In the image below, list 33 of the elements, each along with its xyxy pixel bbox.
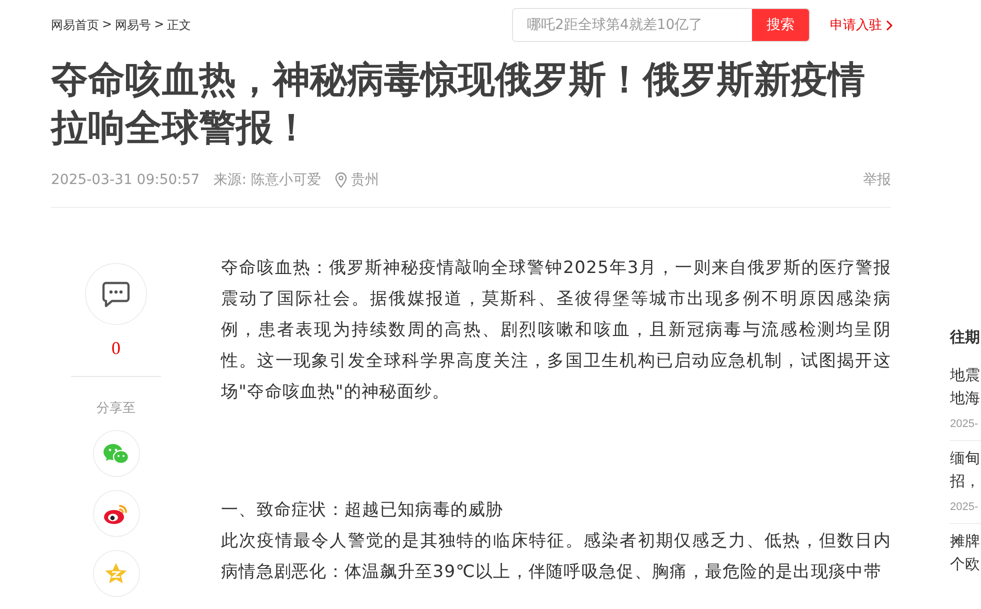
search-button[interactable]: 搜索 xyxy=(752,9,809,41)
news-link[interactable]: 地震 xyxy=(950,364,981,387)
breadcrumb-link[interactable]: 网易首页 xyxy=(51,16,99,34)
news-date: 2025- xyxy=(950,418,980,430)
share-button[interactable] xyxy=(92,490,140,537)
news-link[interactable]: 个欧 xyxy=(950,553,981,576)
article-title: 夺命咳血热，神秘病毒惊现俄罗斯！俄罗斯新疫情拉响全球警报！ xyxy=(51,57,866,151)
publish-time: 2025-03-31 09:50:57 xyxy=(51,172,200,188)
news-link[interactable]: 招， xyxy=(950,470,981,493)
chat-bubbles-icon xyxy=(103,442,129,464)
sidebar-title: 往期 xyxy=(950,328,981,348)
breadcrumb-link[interactable]: 网易号 xyxy=(115,16,152,34)
article-paragraph: 此次疫情最令人警觉的是其独特的临床特征。感染者初期仅感乏力、低热，但数日内病情急剧恶化：体温飙升至39℃以上，伴随呼吸急促、胸痛，最危险的是出现痰中带 xyxy=(221,530,891,584)
location-pin-icon xyxy=(334,172,347,188)
chat-bubble-icon xyxy=(102,280,130,308)
search-field[interactable]: 哪吒2距全球第4就差10亿了 搜索 xyxy=(512,8,810,42)
breadcrumb-separator: > xyxy=(102,16,112,32)
news-link[interactable]: 摊牌 xyxy=(950,530,981,553)
news-date: 2025- xyxy=(950,501,980,513)
section-heading: 一、致命症状：超越已知病毒的威胁 xyxy=(221,499,504,522)
breadcrumb-link[interactable]: 正文 xyxy=(167,16,192,34)
location-text: 贵州 xyxy=(350,171,379,189)
breadcrumb-separator: > xyxy=(154,16,164,32)
share-label: 分享至 xyxy=(96,400,136,417)
comment-count: 0 xyxy=(112,338,120,359)
star-icon xyxy=(104,562,128,585)
eye-signal-icon xyxy=(103,502,129,524)
article-source: 来源: 陈意小可爱 xyxy=(214,171,321,189)
news-link[interactable]: 缅甸 xyxy=(950,447,981,470)
join-link[interactable]: 申请入驻 xyxy=(830,16,893,34)
news-link[interactable]: 地海 xyxy=(950,387,981,410)
chevron-right-icon xyxy=(886,20,893,30)
article-paragraph: 夺命咳血热：俄罗斯神秘疫情敲响全球警钟2025年3月，一则来自俄罗斯的医疗警报震动了国际社会。据俄媒报道，莫斯科、圣彼得堡等城市出现多例不明原因感染病例，患者表现为持续数周的高热、剧烈咳嗽和咳血，且新冠病毒与流感检测均呈阴性。这一现象引发全球科学界高度关注，多国卫生机构已启动应急机制，试图揭开这场"夺命咳血热"的神秘面纱。 xyxy=(221,257,891,404)
